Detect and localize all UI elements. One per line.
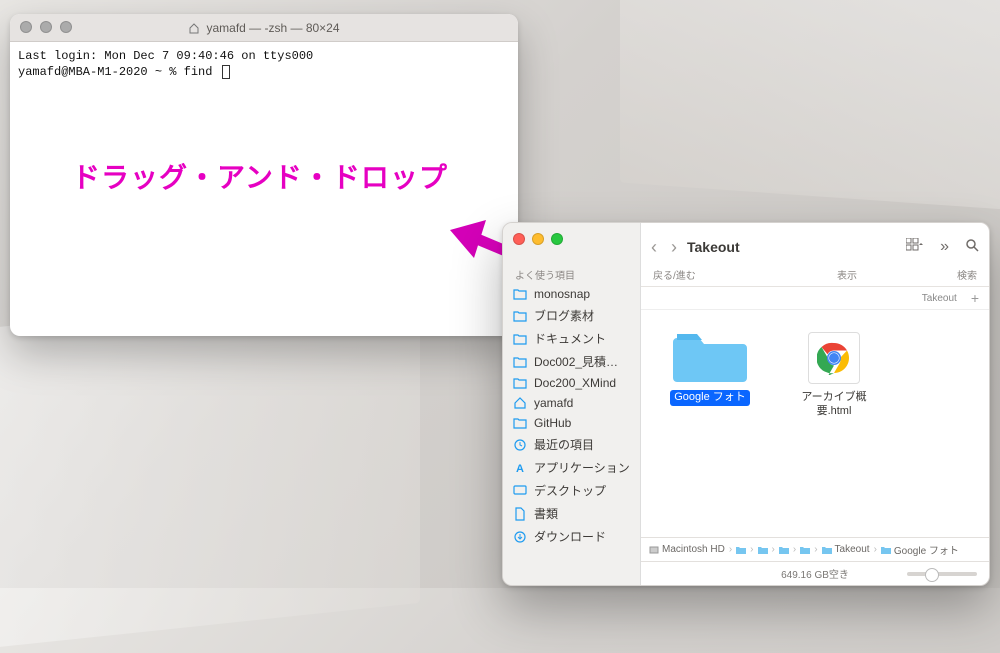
sidebar-item[interactable]: monosnap bbox=[503, 284, 640, 304]
sidebar-item-label: ダウンロード bbox=[534, 528, 606, 545]
sidebar-item-label: 書類 bbox=[534, 505, 558, 522]
path-segment[interactable] bbox=[779, 545, 789, 555]
more-button[interactable]: » bbox=[940, 238, 949, 256]
forward-button[interactable]: › bbox=[671, 237, 677, 258]
sidebar-item-label: ドキュメント bbox=[534, 330, 606, 347]
finder-window[interactable]: よく使う項目 monosnap ブログ素材ドキュメント Doc002_見積… Doc2… bbox=[502, 222, 990, 586]
sidebar-item-label: Doc002_見積… bbox=[534, 353, 618, 370]
path-segment[interactable]: Takeout bbox=[822, 544, 870, 555]
path-segment[interactable]: Google フォト bbox=[881, 542, 959, 557]
free-space-label: 649.16 GB空き bbox=[781, 566, 849, 581]
zoom-icon[interactable] bbox=[60, 21, 72, 33]
view-label: 表示 bbox=[837, 267, 857, 282]
sidebar-item[interactable]: GitHub bbox=[503, 413, 640, 433]
sidebar-item[interactable]: yamafd bbox=[503, 393, 640, 413]
close-icon[interactable] bbox=[20, 21, 32, 33]
file-item[interactable]: アーカイブ概要.html bbox=[787, 328, 881, 420]
finder-content[interactable]: Google フォト アーカイブ概要.html bbox=[641, 310, 989, 537]
path-segment[interactable] bbox=[736, 545, 746, 555]
terminal-titlebar[interactable]: yamafd — -zsh — 80×24 bbox=[10, 14, 518, 42]
sidebar-item-label: デスクトップ bbox=[534, 482, 606, 499]
path-bar[interactable]: Macintosh HD› › › › › Takeout› Google フォ… bbox=[641, 537, 989, 561]
add-tag-button[interactable]: + bbox=[971, 290, 979, 306]
sidebar-item[interactable]: Doc002_見積… bbox=[503, 350, 640, 373]
minimize-icon[interactable] bbox=[532, 233, 544, 245]
sidebar-item-label: アプリケーション bbox=[534, 459, 630, 476]
terminal-line: Last login: Mon Dec 7 09:40:46 on ttys00… bbox=[18, 48, 510, 64]
sidebar-item[interactable]: ブログ素材 bbox=[503, 304, 640, 327]
sidebar-item[interactable]: ダウンロード bbox=[503, 525, 640, 548]
sidebar-item[interactable]: デスクトップ bbox=[503, 479, 640, 502]
chrome-icon bbox=[808, 332, 860, 384]
terminal-title: yamafd — -zsh — 80×24 bbox=[188, 21, 339, 35]
zoom-icon[interactable] bbox=[551, 233, 563, 245]
svg-text:A: A bbox=[516, 463, 524, 475]
sidebar-item[interactable]: 最近の項目 bbox=[503, 433, 640, 456]
nav-label: 戻る/進む bbox=[653, 267, 696, 282]
sidebar-item-label: ブログ素材 bbox=[534, 307, 594, 324]
folder-item[interactable]: Google フォト bbox=[663, 328, 757, 406]
traffic-lights[interactable] bbox=[20, 21, 72, 33]
sidebar-item[interactable]: ドキュメント bbox=[503, 327, 640, 350]
sidebar-header: よく使う項目 bbox=[503, 263, 640, 284]
sidebar-item-label: GitHub bbox=[534, 416, 571, 430]
view-mode-button[interactable] bbox=[906, 238, 924, 257]
status-bar: 649.16 GB空き bbox=[641, 561, 989, 585]
item-label: Google フォト bbox=[670, 390, 750, 406]
window-title: Takeout bbox=[687, 239, 740, 255]
finder-toolbar: ‹ › Takeout » bbox=[641, 223, 989, 267]
sidebar-item-label: Doc200_XMind bbox=[534, 376, 616, 390]
path-segment[interactable] bbox=[800, 545, 810, 555]
search-button[interactable] bbox=[965, 238, 979, 257]
annotation-text: ドラッグ・アンド・ドロップ bbox=[72, 162, 448, 200]
traffic-lights[interactable] bbox=[513, 233, 563, 245]
sidebar-item[interactable]: 書類 bbox=[503, 502, 640, 525]
path-segment[interactable]: Macintosh HD bbox=[649, 544, 725, 555]
sidebar-item-label: monosnap bbox=[534, 287, 590, 301]
finder-sidebar[interactable]: よく使う項目 monosnap ブログ素材ドキュメント Doc002_見積… Doc2… bbox=[503, 223, 641, 585]
close-icon[interactable] bbox=[513, 233, 525, 245]
sidebar-item-label: yamafd bbox=[534, 396, 573, 410]
icon-size-slider[interactable] bbox=[907, 572, 977, 576]
back-button[interactable]: ‹ bbox=[651, 237, 657, 258]
path-hint: Takeout bbox=[922, 293, 957, 304]
sidebar-item-label: 最近の項目 bbox=[534, 436, 594, 453]
sidebar-item[interactable]: A アプリケーション bbox=[503, 456, 640, 479]
terminal-prompt: yamafd@MBA-M1-2020 ~ % find bbox=[18, 64, 510, 80]
cursor-icon bbox=[222, 65, 230, 79]
minimize-icon[interactable] bbox=[40, 21, 52, 33]
search-label: 検索 bbox=[957, 267, 977, 282]
home-icon bbox=[188, 22, 200, 34]
sidebar-item[interactable]: Doc200_XMind bbox=[503, 373, 640, 393]
folder-icon bbox=[673, 328, 747, 384]
path-segment[interactable] bbox=[758, 545, 768, 555]
finder-main: ‹ › Takeout » 戻る/進む 表示 検索 Takeout + Goog… bbox=[641, 223, 989, 585]
item-label: アーカイブ概要.html bbox=[787, 390, 881, 420]
